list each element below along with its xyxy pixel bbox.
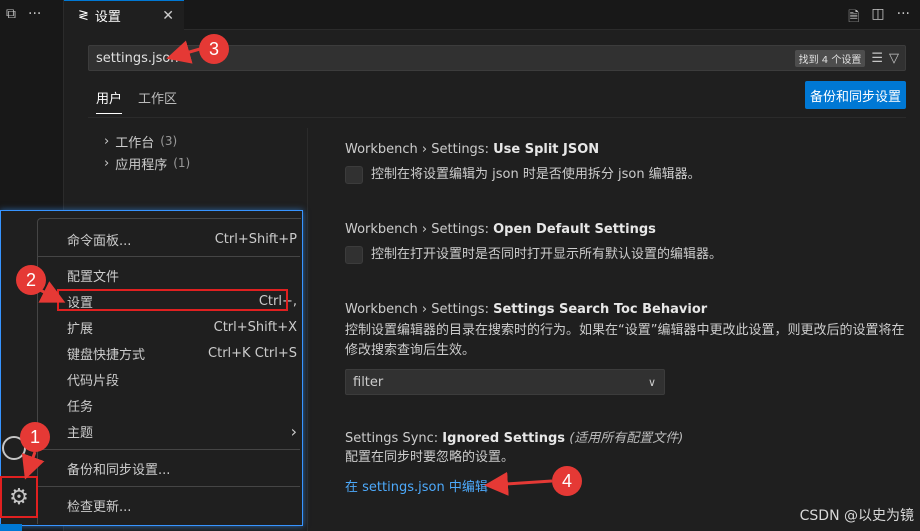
arrow-2 — [38, 281, 66, 303]
arrow-4 — [484, 471, 553, 496]
annotation-badge-2: 2 — [16, 265, 46, 295]
annotation-badge-1: 1 — [20, 422, 50, 452]
watermark: CSDN @以史为镜 — [799, 508, 914, 524]
arrow-1 — [21, 451, 45, 480]
annotation-badge-4: 4 — [552, 466, 582, 496]
annotation-arrows — [21, 40, 553, 496]
annotation-badge-3: 3 — [199, 34, 229, 64]
arrow-3 — [166, 40, 201, 64]
